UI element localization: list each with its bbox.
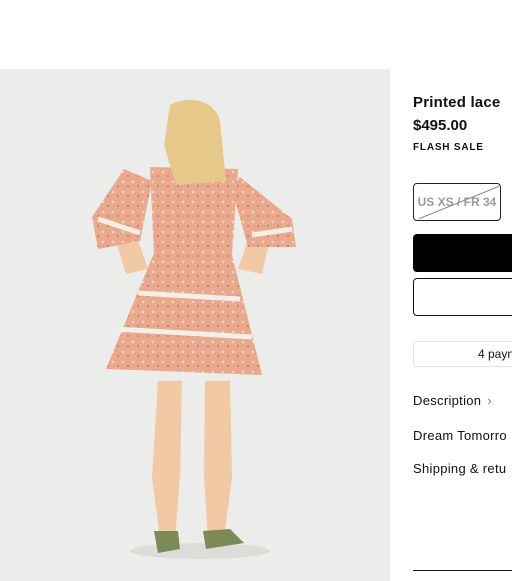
- add-to-bag-button[interactable]: [413, 234, 512, 272]
- dream-tomorrow-label: Dream Tomorro: [413, 428, 507, 443]
- dream-tomorrow-link[interactable]: Dream Tomorro: [413, 428, 507, 443]
- product-title: Printed lace: [413, 94, 501, 111]
- wishlist-button[interactable]: [413, 278, 512, 316]
- product-info-panel: Printed lace $495.00 FLASH SALE US XS / …: [413, 0, 512, 581]
- product-image[interactable]: [0, 69, 390, 581]
- description-label: Description: [413, 393, 482, 408]
- payment-text: 4 payn: [478, 347, 512, 361]
- description-toggle[interactable]: Description ›: [413, 393, 492, 408]
- installment-payments-box[interactable]: 4 payn: [413, 341, 512, 367]
- flash-sale-badge: FLASH SALE: [413, 142, 484, 153]
- size-option-us-xs[interactable]: US XS / FR 34: [413, 183, 501, 221]
- chevron-right-icon: ›: [487, 393, 492, 408]
- shipping-returns-toggle[interactable]: Shipping & retu: [413, 461, 506, 476]
- shipping-label: Shipping & retu: [413, 461, 507, 476]
- model-figure: [92, 99, 296, 559]
- product-price: $495.00: [413, 117, 468, 134]
- divider: [413, 570, 512, 571]
